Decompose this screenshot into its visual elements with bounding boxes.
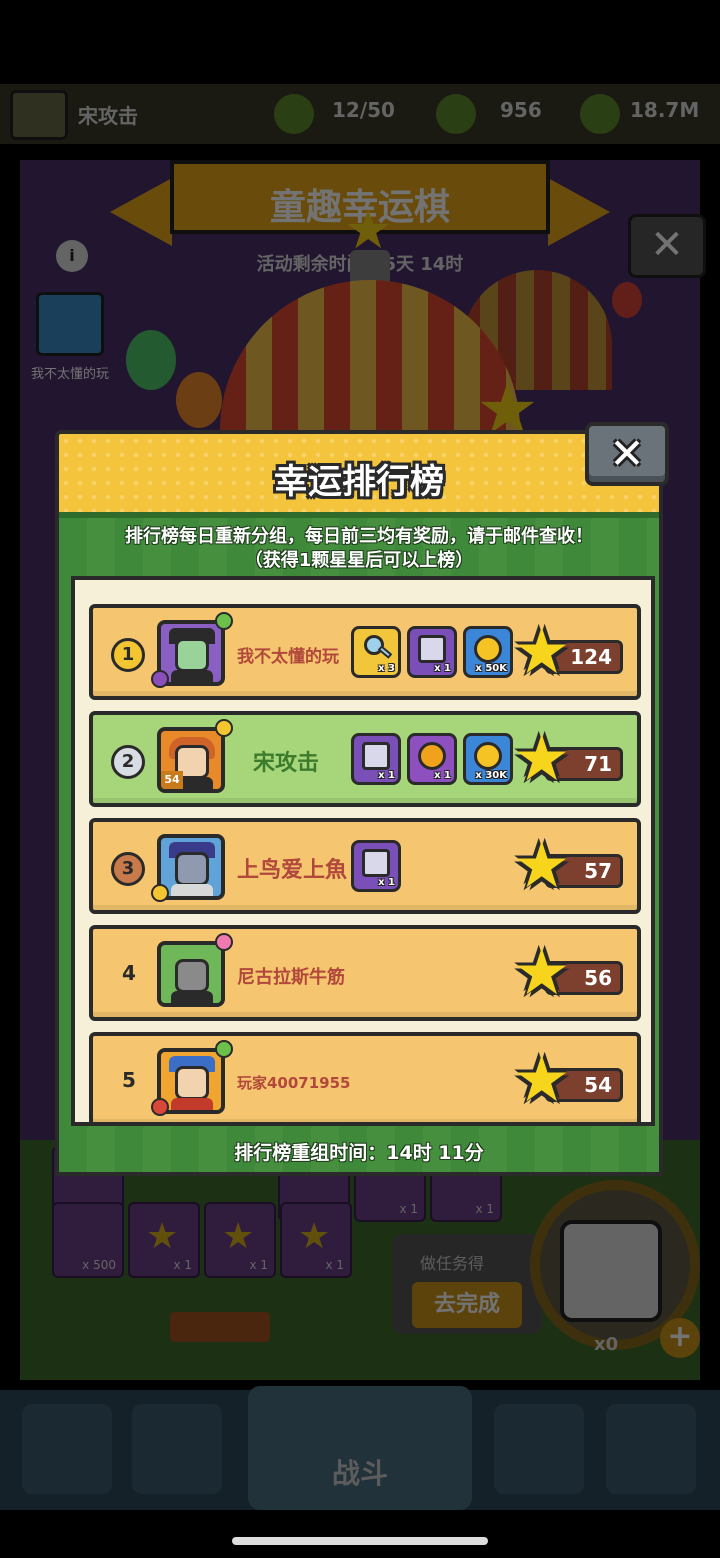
player-name: 尼古拉斯牛筋	[237, 967, 345, 988]
coin-icon[interactable]: x 50K	[463, 626, 513, 678]
prev-arrow-icon	[110, 178, 172, 246]
rank-number: 4	[122, 961, 136, 985]
cash-stat: 18.7M	[630, 98, 700, 122]
key-icon[interactable]: x 3	[351, 626, 401, 678]
heart-decor-icon	[215, 933, 233, 951]
star-icon: ★	[513, 722, 571, 796]
star-icon: ★	[513, 936, 571, 1010]
energy-icon	[274, 94, 314, 134]
player-name: 我不太懂的玩	[237, 647, 339, 667]
leaderboard-row[interactable]: 5 玩家40071955 54 ★	[89, 1032, 641, 1122]
player-name: 玩家40071955	[237, 1074, 351, 1092]
rank-medal-silver: 2	[111, 745, 145, 779]
rank-number: 5	[122, 1068, 136, 1092]
balloon-icon	[176, 372, 222, 428]
player-name: 上鸟爱上魚	[237, 858, 348, 883]
rhino-face-icon	[175, 852, 209, 886]
tent-star-icon: ★	[344, 198, 393, 261]
leaderboard-row[interactable]: 1 我不太懂的玩 x 3 x 1 x 50K 124 ★	[89, 604, 641, 700]
face-icon	[175, 1066, 209, 1100]
avatar-body	[171, 991, 213, 1003]
cash-icon	[580, 94, 620, 134]
modal-title: 幸运排行榜	[274, 462, 444, 502]
score: 54 ★	[513, 1048, 623, 1114]
player-avatar[interactable]	[10, 90, 68, 140]
balloon-icon	[612, 282, 642, 318]
eggplant-icon	[151, 670, 169, 688]
add-dice-button[interactable]: +	[660, 1318, 700, 1358]
chest-icon[interactable]: x 1	[407, 626, 457, 678]
level-badge: 54	[161, 771, 183, 789]
score: 124 ★	[513, 620, 623, 686]
star-icon: ★	[513, 615, 571, 689]
avatar[interactable]	[157, 941, 225, 1007]
leaderboard-row[interactable]: 3 上鸟爱上魚 x 1 57 ★	[89, 818, 641, 914]
home-indicator[interactable]	[232, 1537, 488, 1545]
energy-stat: 12/50	[332, 98, 395, 122]
coin-icon[interactable]: x 30K	[463, 733, 513, 785]
modal-header: 幸运排行榜	[55, 430, 663, 512]
bell-icon	[215, 719, 233, 737]
top-status-bar: 宋攻击 12/50 956 18.7M	[0, 84, 720, 144]
nav-item-tasks[interactable]	[494, 1404, 584, 1494]
dice-icon	[560, 1220, 662, 1322]
player-name: 宋攻击	[253, 751, 320, 776]
leaderboard-list[interactable]: 1 我不太懂的玩 x 3 x 1 x 50K 124 ★ 2 54 宋攻击 x …	[71, 576, 655, 1126]
nav-item-more[interactable]	[606, 1404, 696, 1494]
avatar-body	[171, 670, 213, 682]
side-player-name: 我不太懂的玩	[30, 367, 109, 382]
avatar-body	[171, 884, 213, 896]
inventory-slot[interactable]: ★ x 1	[128, 1202, 200, 1278]
score: 71 ★	[513, 727, 623, 793]
star-icon: ★	[513, 829, 571, 903]
rank-medal-bronze: 3	[111, 852, 145, 886]
chest-icon[interactable]: x 1	[351, 733, 401, 785]
info-icon[interactable]: i	[56, 240, 88, 272]
chest-icon[interactable]: x 1	[351, 840, 401, 892]
go-complete-button[interactable]: 去完成	[412, 1282, 522, 1328]
score: 57 ★	[513, 834, 623, 900]
star-icon: ★	[513, 1043, 571, 1117]
heart-icon[interactable]: x 1	[407, 733, 457, 785]
nav-battle-label: 战斗	[331, 1457, 388, 1490]
leaderboard-row-self[interactable]: 2 54 宋攻击 x 1 x 1 x 30K 71 ★	[89, 711, 641, 807]
balloon-icon	[126, 330, 176, 390]
player-name: 宋攻击	[78, 104, 138, 128]
reset-timer: 排行榜重组时间：14时 11分	[234, 1142, 484, 1164]
score: 56 ★	[513, 941, 623, 1007]
close-button[interactable]: ✕	[585, 422, 669, 486]
strawberry-icon	[151, 1098, 169, 1116]
next-arrow-icon	[548, 178, 610, 246]
notice-line-1: 排行榜每日重新分组，每日前三均有奖励，请于邮件查收！	[125, 526, 593, 547]
divider	[59, 512, 659, 518]
inventory-slot[interactable]: ★ x 1	[280, 1202, 352, 1278]
inventory-slot[interactable]: ★ x 1	[204, 1202, 276, 1278]
nav-item-shop[interactable]	[22, 1404, 112, 1494]
gem-stat: 956	[500, 98, 542, 122]
bench-icon	[170, 1312, 270, 1342]
event-close-button[interactable]: ✕	[628, 214, 706, 278]
cat-face-icon	[175, 959, 209, 993]
gem-icon	[436, 94, 476, 134]
inventory-slot[interactable]: x 500	[52, 1202, 124, 1278]
side-player-avatar[interactable]	[36, 292, 104, 356]
zombie-face-icon	[175, 638, 209, 672]
task-label: 做任务得	[420, 1254, 485, 1273]
leaderboard-modal: 幸运排行榜 ✕ 排行榜每日重新分组，每日前三均有奖励，请于邮件查收！ （获得1颗…	[55, 422, 669, 1176]
close-icon: ✕	[609, 429, 645, 478]
nav-item-schedule[interactable]	[132, 1404, 222, 1494]
notice-line-2: （获得1颗星星后可以上榜）	[244, 550, 474, 571]
rank-medal-gold: 1	[111, 638, 145, 672]
leaderboard-row[interactable]: 4 尼古拉斯牛筋 56 ★	[89, 925, 641, 1021]
modal-body: 排行榜每日重新分组，每日前三均有奖励，请于邮件查收！ （获得1颗星星后可以上榜）…	[55, 512, 663, 1176]
coin-pile-icon	[151, 884, 169, 902]
dice-count: x0	[594, 1334, 619, 1355]
avatar-body	[171, 1098, 213, 1110]
avatar[interactable]: 54	[157, 727, 225, 793]
clover-icon	[215, 1040, 233, 1058]
clover-icon	[215, 612, 233, 630]
